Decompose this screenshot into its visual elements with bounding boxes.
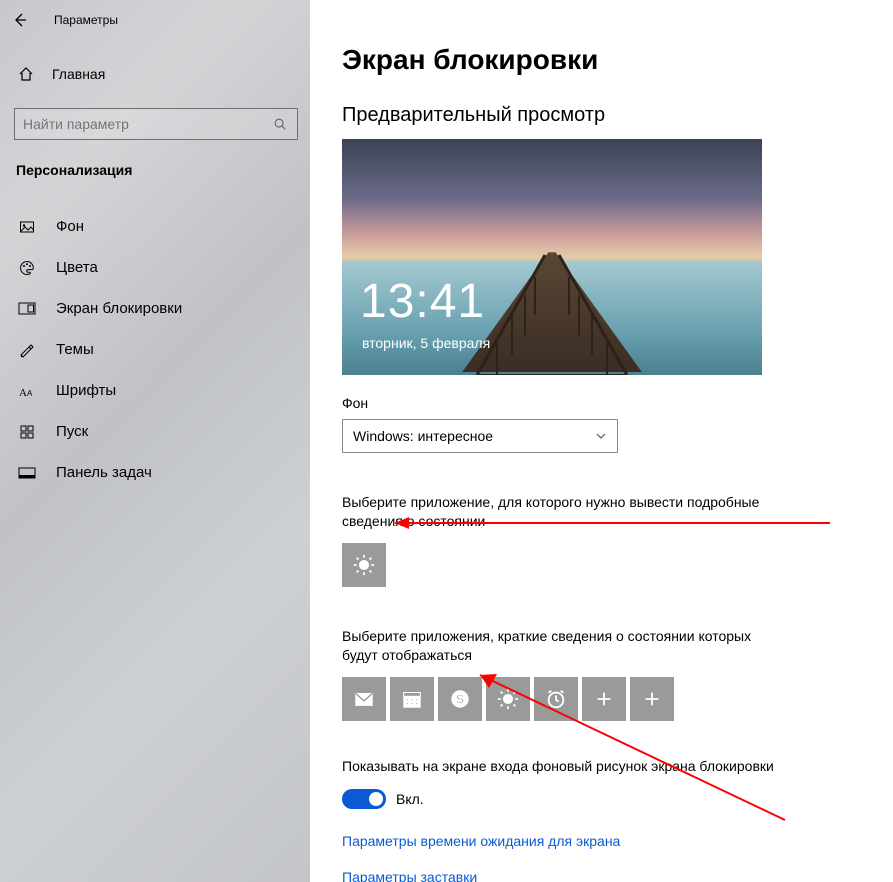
lockscreen-preview: 13:41 вторник, 5 февраля <box>342 139 762 375</box>
toggle-on-label: Вкл. <box>396 791 424 807</box>
app-tile-plus[interactable] <box>630 677 674 721</box>
back-button[interactable] <box>0 0 40 40</box>
page-title: Экран блокировки <box>342 44 861 76</box>
app-tile-weather[interactable] <box>342 543 386 587</box>
picture-icon <box>18 219 36 235</box>
detailed-status-label: Выберите приложение, для которого нужно … <box>342 493 782 531</box>
svg-text:S: S <box>456 691 465 706</box>
sidebar-section-title: Персонализация <box>14 162 296 178</box>
start-icon <box>18 425 36 439</box>
preview-date: вторник, 5 февраля <box>362 335 490 351</box>
sidebar-item-label: Экран блокировки <box>56 300 182 317</box>
palette-icon <box>18 260 36 276</box>
svg-text:A: A <box>27 389 33 398</box>
sidebar-nav: Фон Цвета Экран блокировки Темы AA Шрифты Пуск… <box>14 206 296 493</box>
search-input[interactable] <box>14 108 298 140</box>
app-tile-plus[interactable] <box>582 677 626 721</box>
themes-icon <box>18 342 36 358</box>
sidebar-item-taskbar[interactable]: Панель задач <box>14 452 296 493</box>
sidebar-item-palette[interactable]: Цвета <box>14 247 296 288</box>
app-tile-weather[interactable] <box>486 677 530 721</box>
home-icon <box>18 66 34 82</box>
window-title: Параметры <box>40 13 118 27</box>
search-field[interactable] <box>23 116 271 132</box>
sidebar-item-label: Панель задач <box>56 464 152 481</box>
lockscreen-icon <box>18 302 36 316</box>
sidebar-item-picture[interactable]: Фон <box>14 206 296 247</box>
quick-status-label: Выберите приложения, краткие сведения о … <box>342 627 782 665</box>
preview-heading: Предварительный просмотр <box>342 104 861 127</box>
app-tile-mail[interactable] <box>342 677 386 721</box>
sidebar-item-label: Пуск <box>56 423 88 440</box>
sidebar-item-themes[interactable]: Темы <box>14 329 296 370</box>
background-dropdown[interactable]: Windows: интересное <box>342 419 618 453</box>
search-icon <box>271 117 289 131</box>
main-content: Экран блокировки Предварительный просмот… <box>310 0 893 882</box>
link-screensaver[interactable]: Параметры заставки <box>342 869 861 882</box>
preview-time: 13:41 <box>360 274 485 329</box>
link-screen-timeout[interactable]: Параметры времени ожидания для экрана <box>342 833 861 849</box>
sidebar: Параметры Главная Персонализация Фон Цвет… <box>0 0 310 882</box>
app-tile-calendar[interactable] <box>390 677 434 721</box>
sidebar-item-label: Фон <box>56 218 84 235</box>
titlebar: Параметры <box>0 0 310 40</box>
signin-background-label: Показывать на экране входа фоновый рисун… <box>342 757 782 776</box>
background-dropdown-value: Windows: интересное <box>353 428 493 444</box>
app-tile-skype[interactable]: S <box>438 677 482 721</box>
arrow-left-icon <box>12 12 28 28</box>
svg-text:A: A <box>19 387 27 399</box>
fonts-icon: AA <box>18 383 36 399</box>
app-tile-alarm[interactable] <box>534 677 578 721</box>
signin-background-toggle[interactable] <box>342 789 386 809</box>
sidebar-item-label: Темы <box>56 341 94 358</box>
detailed-status-apps <box>342 543 861 587</box>
taskbar-icon <box>18 467 36 479</box>
sidebar-item-label: Цвета <box>56 259 98 276</box>
sidebar-item-label: Шрифты <box>56 382 116 399</box>
sidebar-item-fonts[interactable]: AA Шрифты <box>14 370 296 411</box>
quick-status-apps: S <box>342 677 861 721</box>
sidebar-item-start[interactable]: Пуск <box>14 411 296 452</box>
chevron-down-icon <box>595 430 607 442</box>
background-label: Фон <box>342 395 861 411</box>
sidebar-home[interactable]: Главная <box>14 58 296 90</box>
sidebar-item-lockscreen[interactable]: Экран блокировки <box>14 288 296 329</box>
sidebar-home-label: Главная <box>52 66 105 82</box>
